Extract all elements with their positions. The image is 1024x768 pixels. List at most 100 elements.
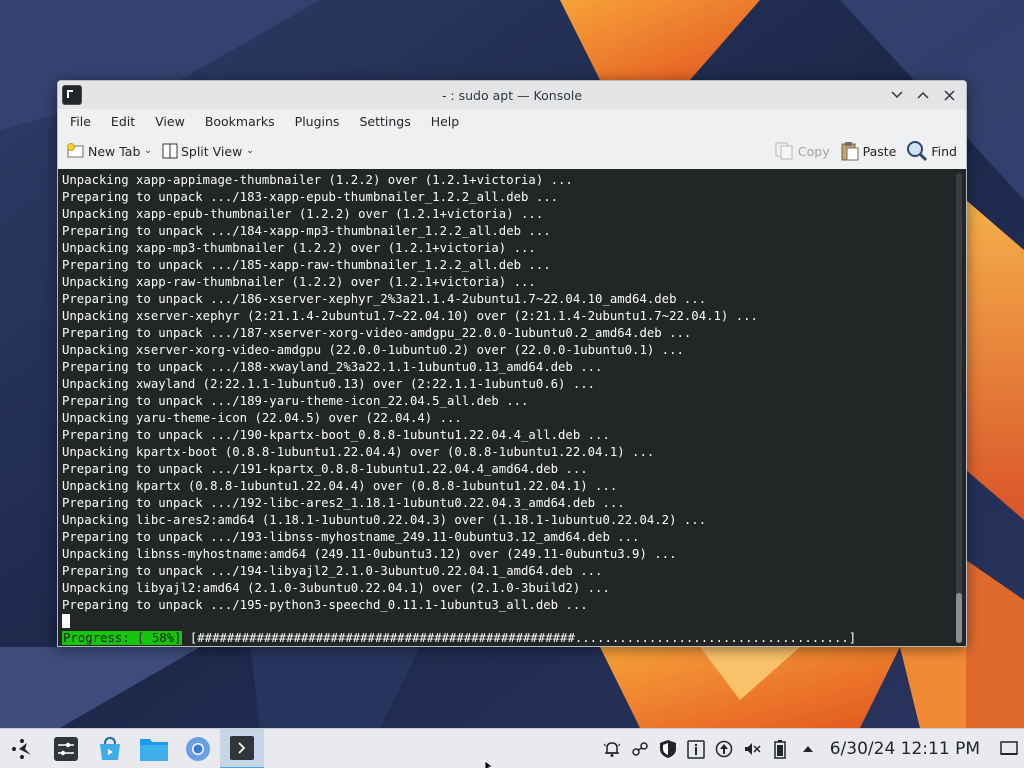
taskbar: 6/30/24 12:11 PM <box>0 728 1024 768</box>
taskbar-browser[interactable] <box>176 729 220 768</box>
split-view-label: Split View <box>180 143 243 159</box>
terminal-area[interactable]: Unpacking xapp-appimage-thumbnailer (1.2… <box>58 169 966 646</box>
terminal-line: Preparing to unpack .../185-xapp-raw-thu… <box>62 258 551 272</box>
terminal-line: Preparing to unpack .../192-libc-ares2_1… <box>62 496 625 510</box>
taskbar-discover[interactable] <box>88 729 132 768</box>
apt-progress-line: Progress: [ 58%] [######################… <box>62 630 857 646</box>
chevron-down-icon: ⌄ <box>144 146 152 156</box>
progress-label: Progress: [ 58%] <box>62 631 183 645</box>
chevron-down-icon <box>891 91 903 99</box>
terminal-line: Unpacking libyajl2:amd64 (2.1.0-3ubuntu0… <box>62 581 610 595</box>
show-desktop-icon <box>1000 741 1018 755</box>
discover-store-icon <box>100 736 120 760</box>
battery-icon <box>773 740 786 759</box>
new-tab-label: New Tab <box>88 143 141 159</box>
terminal-line: Unpacking kpartx-boot (0.8.8-1ubuntu1.22… <box>62 445 655 459</box>
terminal-line: Unpacking xapp-epub-thumbnailer (1.2.2) … <box>62 207 544 221</box>
terminal-line: Preparing to unpack .../186-xserver-xeph… <box>62 292 707 306</box>
network-icon <box>715 740 732 758</box>
terminal-line: Unpacking xserver-xorg-video-amdgpu (22.… <box>62 343 684 357</box>
menu-view[interactable]: View <box>147 111 193 132</box>
split-view-button[interactable]: Split View ⌄ <box>157 139 259 163</box>
system-tray: 6/30/24 12:11 PM <box>598 729 1024 768</box>
konsole-icon <box>230 735 254 760</box>
menu-edit[interactable]: Edit <box>103 111 143 132</box>
copy-icon <box>775 142 793 160</box>
application-launcher[interactable] <box>0 729 44 768</box>
network-tray[interactable] <box>710 729 738 768</box>
terminal-line: Preparing to unpack .../187-xserver-xorg… <box>62 326 692 340</box>
maximize-button[interactable] <box>912 84 934 106</box>
title-bar[interactable]: - : sudo apt — Konsole <box>58 81 966 109</box>
copy-button[interactable]: Copy <box>770 138 835 164</box>
settings-icon <box>54 736 78 761</box>
menu-settings[interactable]: Settings <box>351 111 418 132</box>
terminal-line: Unpacking xapp-raw-thumbnailer (1.2.2) o… <box>62 275 536 289</box>
menu-file[interactable]: File <box>62 111 99 132</box>
terminal-line: Preparing to unpack .../188-xwayland_2%3… <box>62 360 603 374</box>
file-manager-icon <box>140 738 168 761</box>
show-desktop-button[interactable] <box>994 729 1024 768</box>
menu-help[interactable]: Help <box>423 111 468 132</box>
battery-tray[interactable] <box>766 729 794 768</box>
split-view-icon <box>162 143 178 159</box>
taskbar-konsole[interactable] <box>220 728 264 768</box>
clock[interactable]: 6/30/24 12:11 PM <box>822 739 994 759</box>
copy-label: Copy <box>797 143 830 159</box>
chevron-up-icon <box>917 91 929 99</box>
tray-expand-button[interactable] <box>794 729 822 768</box>
terminal-scrollbar[interactable] <box>956 173 962 643</box>
window-title: - : sudo apt — Konsole <box>441 87 583 103</box>
taskbar-system-settings[interactable] <box>44 729 88 768</box>
progress-bar-text: [#######################################… <box>182 631 857 645</box>
terminal-line: Unpacking xapp-mp3-thumbnailer (1.2.2) o… <box>62 241 536 255</box>
search-icon <box>907 141 928 162</box>
find-button[interactable]: Find <box>901 136 962 166</box>
konsole-app-icon[interactable] <box>62 85 82 105</box>
paste-icon <box>841 142 859 161</box>
terminal-line: Unpacking libnss-myhostname:amd64 (249.1… <box>62 547 677 561</box>
volume-tray[interactable] <box>738 729 766 768</box>
terminal-line: Preparing to unpack .../194-libyajl2_2.1… <box>62 564 603 578</box>
toolbar: New Tab ⌄ Split View ⌄ Copy Paste Find <box>58 133 966 169</box>
security-tray[interactable] <box>654 729 682 768</box>
new-tab-button[interactable]: New Tab ⌄ <box>62 139 157 163</box>
minimize-button[interactable] <box>886 84 908 106</box>
terminal-line: Preparing to unpack .../183-xapp-epub-th… <box>62 190 559 204</box>
terminal-line: Preparing to unpack .../193-libnss-myhos… <box>62 530 640 544</box>
kde-connect-tray[interactable] <box>626 729 654 768</box>
paste-label: Paste <box>862 143 897 159</box>
chevron-down-icon: ⌄ <box>246 146 254 156</box>
find-label: Find <box>931 143 957 159</box>
mouse-pointer-icon <box>484 760 495 768</box>
terminal-line: Preparing to unpack .../195-python3-spee… <box>62 598 588 612</box>
chevron-up-icon <box>802 746 813 752</box>
connect-icon <box>631 742 648 756</box>
close-button[interactable] <box>938 84 960 106</box>
new-tab-icon <box>67 143 84 158</box>
shield-icon <box>659 740 676 758</box>
terminal-cursor <box>62 614 70 628</box>
terminal-line: Preparing to unpack .../191-kpartx_0.8.8… <box>62 462 588 476</box>
terminal-line: Preparing to unpack .../189-yaru-theme-i… <box>62 394 529 408</box>
menu-bookmarks[interactable]: Bookmarks <box>197 111 283 132</box>
taskbar-file-manager[interactable] <box>132 729 176 768</box>
updates-tray[interactable] <box>682 729 710 768</box>
menu-plugins[interactable]: Plugins <box>287 111 348 132</box>
terminal-line: Unpacking yaru-theme-icon (22.04.5) over… <box>62 411 462 425</box>
terminal-line: Unpacking libc-ares2:amd64 (1.18.1-1ubun… <box>62 513 707 527</box>
terminal-line: Preparing to unpack .../190-kpartx-boot_… <box>62 428 610 442</box>
info-icon <box>686 740 705 759</box>
application-launcher-icon <box>12 738 31 759</box>
terminal-output: Unpacking xapp-appimage-thumbnailer (1.2… <box>62 172 952 614</box>
terminal-line: Unpacking xserver-xephyr (2:21.1.4-2ubun… <box>62 309 758 323</box>
chromium-browser-icon <box>186 736 210 761</box>
scrollbar-thumb[interactable] <box>956 593 962 643</box>
menu-bar: File Edit View Bookmarks Plugins Setting… <box>58 109 966 133</box>
bell-icon <box>603 742 621 757</box>
paste-button[interactable]: Paste <box>835 137 902 165</box>
volume-muted-icon <box>744 743 761 755</box>
window-controls <box>886 84 960 106</box>
notifications-tray[interactable] <box>598 729 626 768</box>
terminal-line: Unpacking xwayland (2:22.1.1-1ubuntu0.13… <box>62 377 596 391</box>
